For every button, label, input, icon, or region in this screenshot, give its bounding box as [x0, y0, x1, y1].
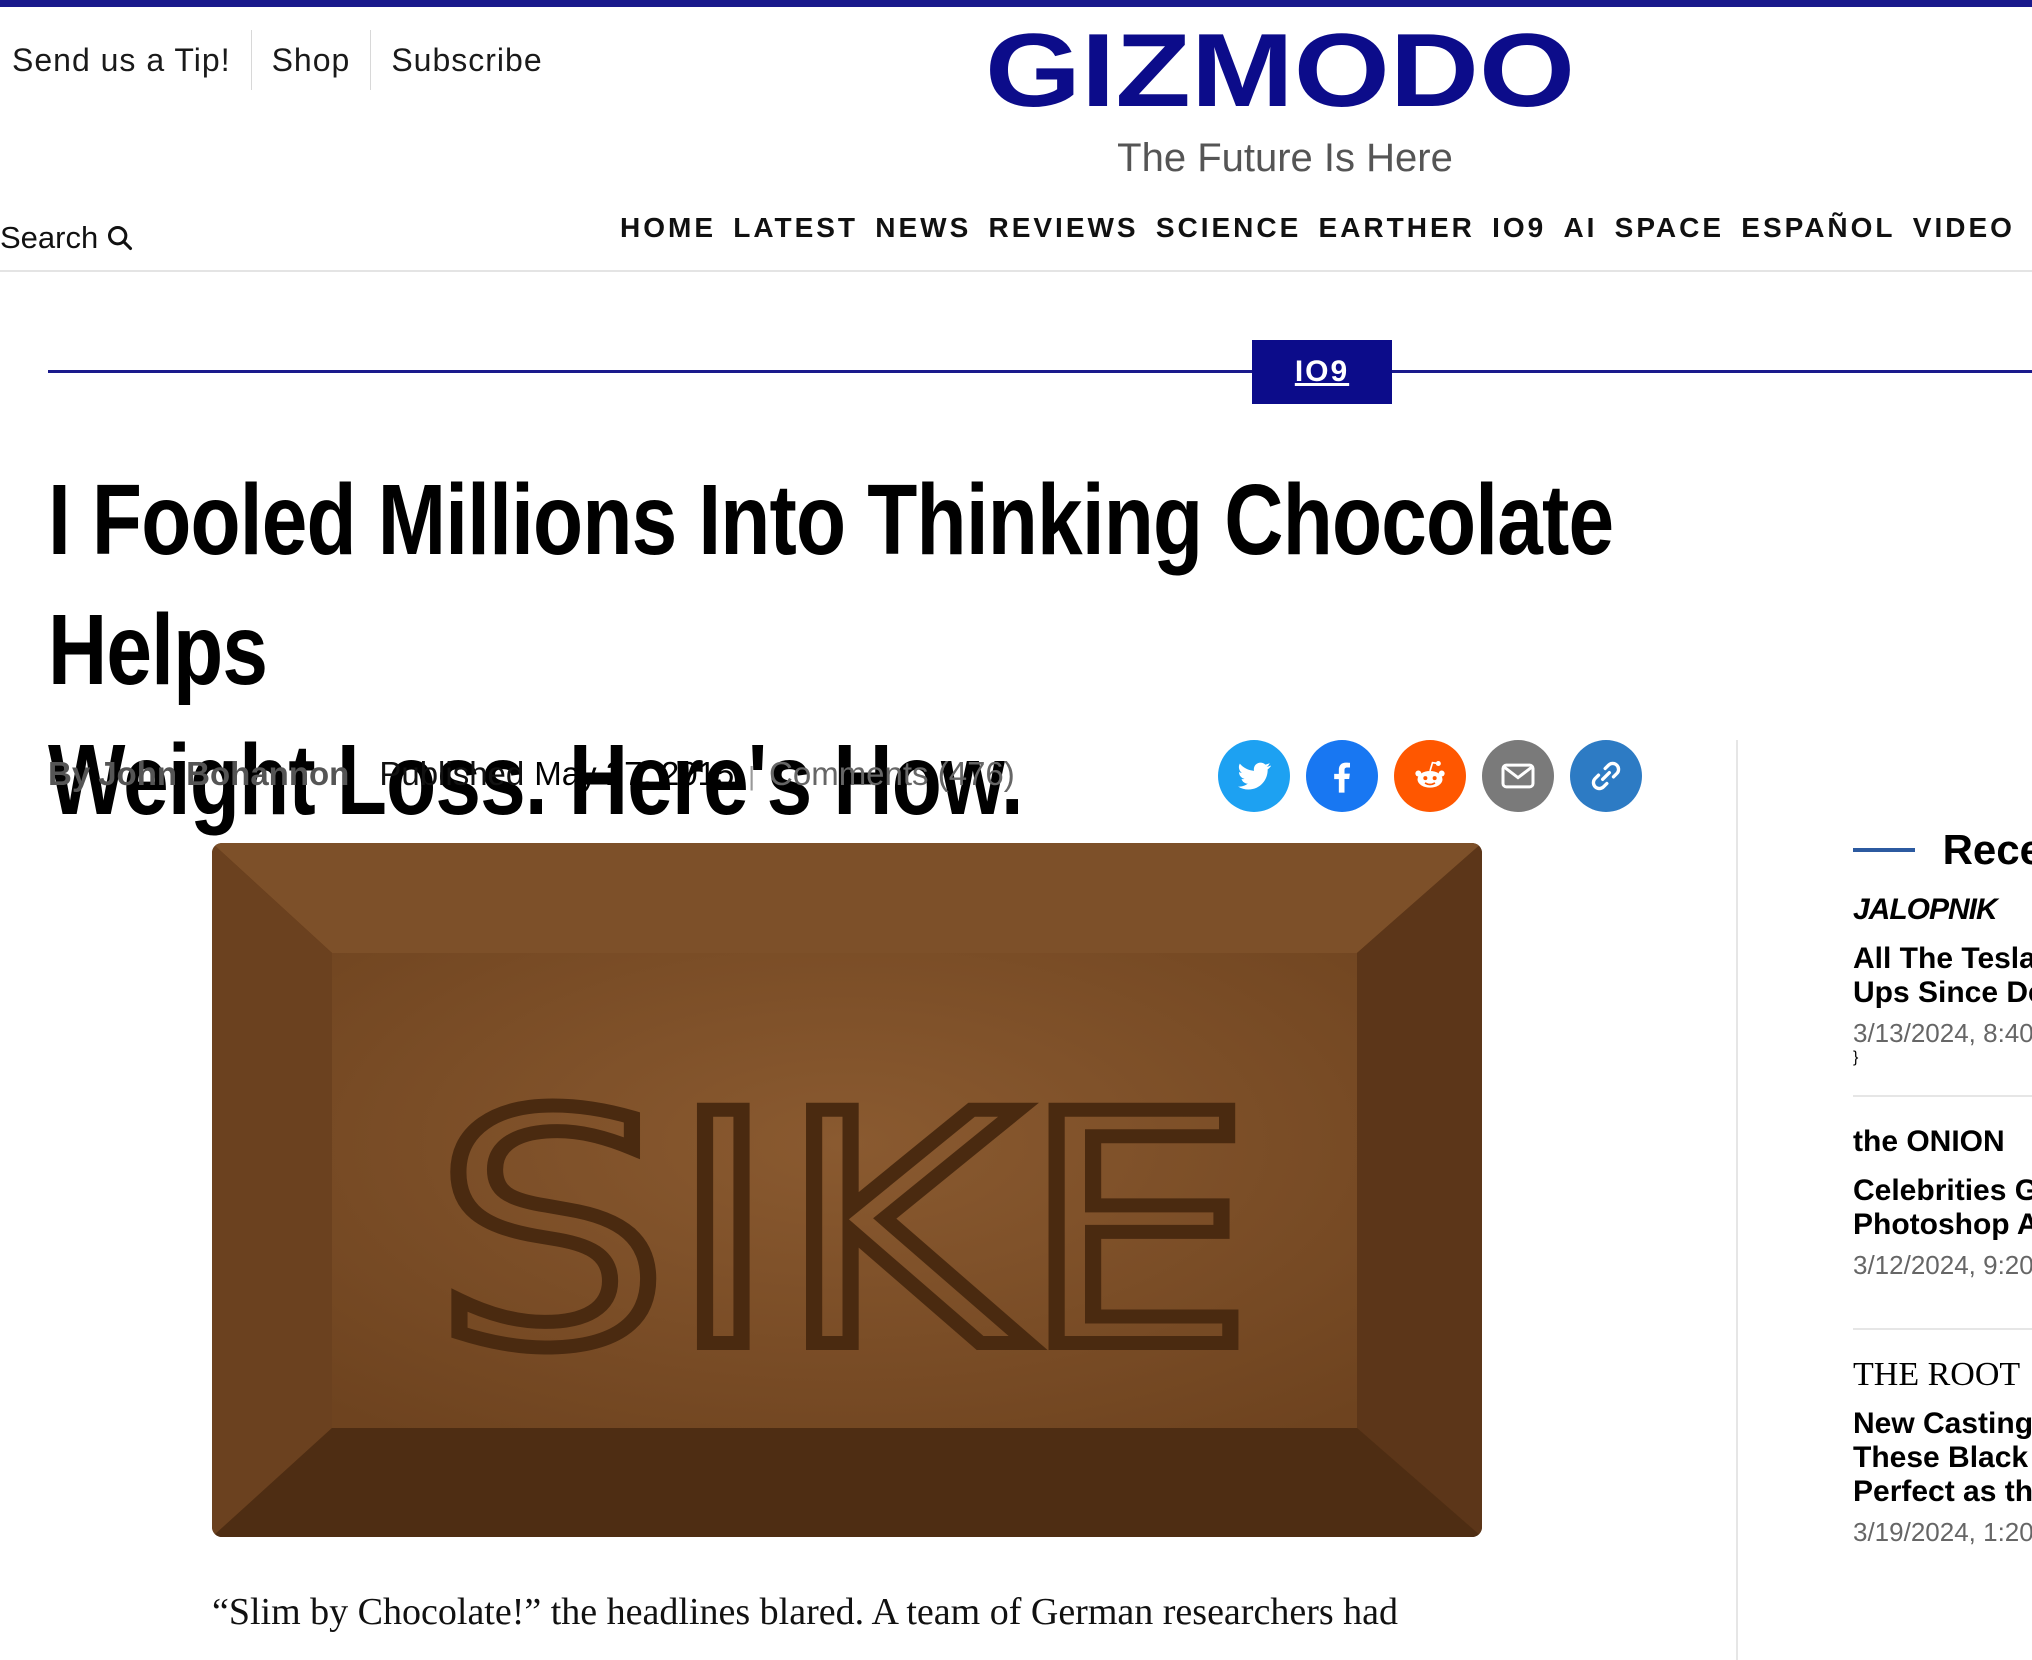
sidebar-item-title[interactable]: All The Tesla C Ups Since Deli: [1853, 942, 2032, 1010]
sidebar-title-line: Celebrities Giv: [1853, 1174, 2032, 1207]
sidebar-item[interactable]: the ONION Celebrities Giv Photoshop Ad 3…: [1853, 1122, 2032, 1281]
nav-space[interactable]: SPACE: [1615, 212, 1724, 244]
email-share-button[interactable]: [1482, 740, 1554, 812]
nav-reviews[interactable]: REVIEWS: [988, 212, 1138, 244]
sidebar-item-date: 3/19/2024, 1:20: [1853, 1517, 2032, 1547]
utility-nav: Send us a Tip! Shop Subscribe: [0, 30, 563, 90]
search-button[interactable]: Search: [0, 220, 134, 256]
nav-espanol[interactable]: ESPAÑOL: [1741, 212, 1895, 244]
facebook-icon: [1334, 762, 1350, 793]
email-icon: [1501, 763, 1535, 789]
nav-ai[interactable]: AI: [1563, 212, 1597, 244]
top-accent-bar: [0, 0, 2032, 7]
sidebar-title-line: Photoshop Ad: [1853, 1208, 2032, 1241]
shop-link[interactable]: Shop: [252, 44, 371, 76]
sidebar-item[interactable]: THE ROOT New Casting R These Black A Per…: [1853, 1355, 2032, 1548]
article-lede: “Slim by Chocolate!” the headlines blare…: [212, 1591, 1398, 1633]
byline-prefix: By: [48, 755, 91, 792]
nav-home[interactable]: HOME: [620, 212, 716, 244]
sidebar-title-line: Ups Since Deli: [1853, 976, 2032, 1009]
nav-video[interactable]: VIDEO: [1913, 212, 2015, 244]
headline-line-1: I Fooled Millions Into Thinking Chocolat…: [48, 464, 1614, 706]
sidebar-brand-onion: the ONION: [1853, 1125, 2005, 1158]
sidebar-brand-the-root: THE ROOT: [1853, 1356, 2021, 1393]
sidebar-heading: Rece: [1853, 820, 2032, 880]
byline-divider: |: [748, 761, 756, 791]
nav-science[interactable]: SCIENCE: [1156, 212, 1301, 244]
category-rule: [48, 370, 2032, 373]
sidebar-brand-jalopnik: JALOPNIK: [1853, 893, 1998, 926]
recent-sidebar: Rece JALOPNIK All The Tesla C Ups Since …: [1853, 820, 2032, 1660]
sidebar-heading-text: Rece: [1942, 826, 2032, 873]
hero-image: SIKE: [212, 843, 1482, 1537]
sidebar-item-title[interactable]: New Casting R These Black A Perfect as t…: [1853, 1407, 2032, 1509]
sidebar-item-title[interactable]: Celebrities Giv Photoshop Ad: [1853, 1174, 2032, 1242]
sidebar-heading-rule: [1853, 848, 1915, 852]
facebook-share-button[interactable]: [1306, 740, 1378, 812]
gizmodo-logo[interactable]: GIZMODO: [980, 24, 1580, 120]
byline: By John Bohannon Published May 27, 2015 …: [48, 755, 1015, 793]
twitter-share-button[interactable]: [1218, 740, 1290, 812]
sidebar-title-line: New Casting R: [1853, 1407, 2032, 1440]
link-icon: [1591, 761, 1621, 791]
author-link[interactable]: John Bohannon: [98, 755, 349, 793]
comments-link[interactable]: Comments (476): [769, 755, 1015, 793]
nav-earther[interactable]: EARTHER: [1319, 212, 1475, 244]
sidebar-separator: [1853, 1095, 2032, 1097]
nav-latest[interactable]: LATEST: [733, 212, 858, 244]
subscribe-link[interactable]: Subscribe: [371, 44, 562, 76]
sidebar-title-line: These Black A: [1853, 1441, 2032, 1474]
send-tip-link[interactable]: Send us a Tip!: [0, 44, 251, 76]
hero-emboss-text: SIKE: [434, 1047, 1254, 1419]
reddit-icon: [1415, 761, 1445, 788]
main-nav: HOME LATEST NEWS REVIEWS SCIENCE EARTHER…: [620, 212, 2015, 244]
sidebar-divider: [1736, 740, 1738, 1660]
sidebar-title-line: All The Tesla C: [1853, 942, 2032, 975]
share-buttons: [1218, 740, 1642, 812]
logo-text: GIZMODO: [985, 24, 1575, 120]
nav-divider: [0, 270, 2032, 272]
category-badge[interactable]: IO9: [1252, 340, 1392, 404]
copy-link-button[interactable]: [1570, 740, 1642, 812]
sidebar-item[interactable]: JALOPNIK All The Tesla C Ups Since Deli …: [1853, 890, 2032, 1067]
twitter-icon: [1238, 762, 1271, 790]
published-label: Published: [379, 755, 525, 792]
published-date: May 27, 2015: [534, 755, 735, 792]
reddit-share-button[interactable]: [1394, 740, 1466, 812]
nav-news[interactable]: NEWS: [875, 212, 971, 244]
sidebar-item-date: 3/12/2024, 9:20: [1853, 1250, 2032, 1280]
sidebar-title-line: Perfect as the: [1853, 1475, 2032, 1508]
search-icon: [108, 225, 133, 251]
search-label: Search: [0, 220, 99, 255]
site-tagline: The Future Is Here: [1117, 136, 1453, 180]
nav-io9[interactable]: IO9: [1492, 212, 1546, 244]
sidebar-item-date: 3/13/2024, 8:40: [1853, 1018, 2032, 1048]
sidebar-separator: [1853, 1328, 2032, 1330]
